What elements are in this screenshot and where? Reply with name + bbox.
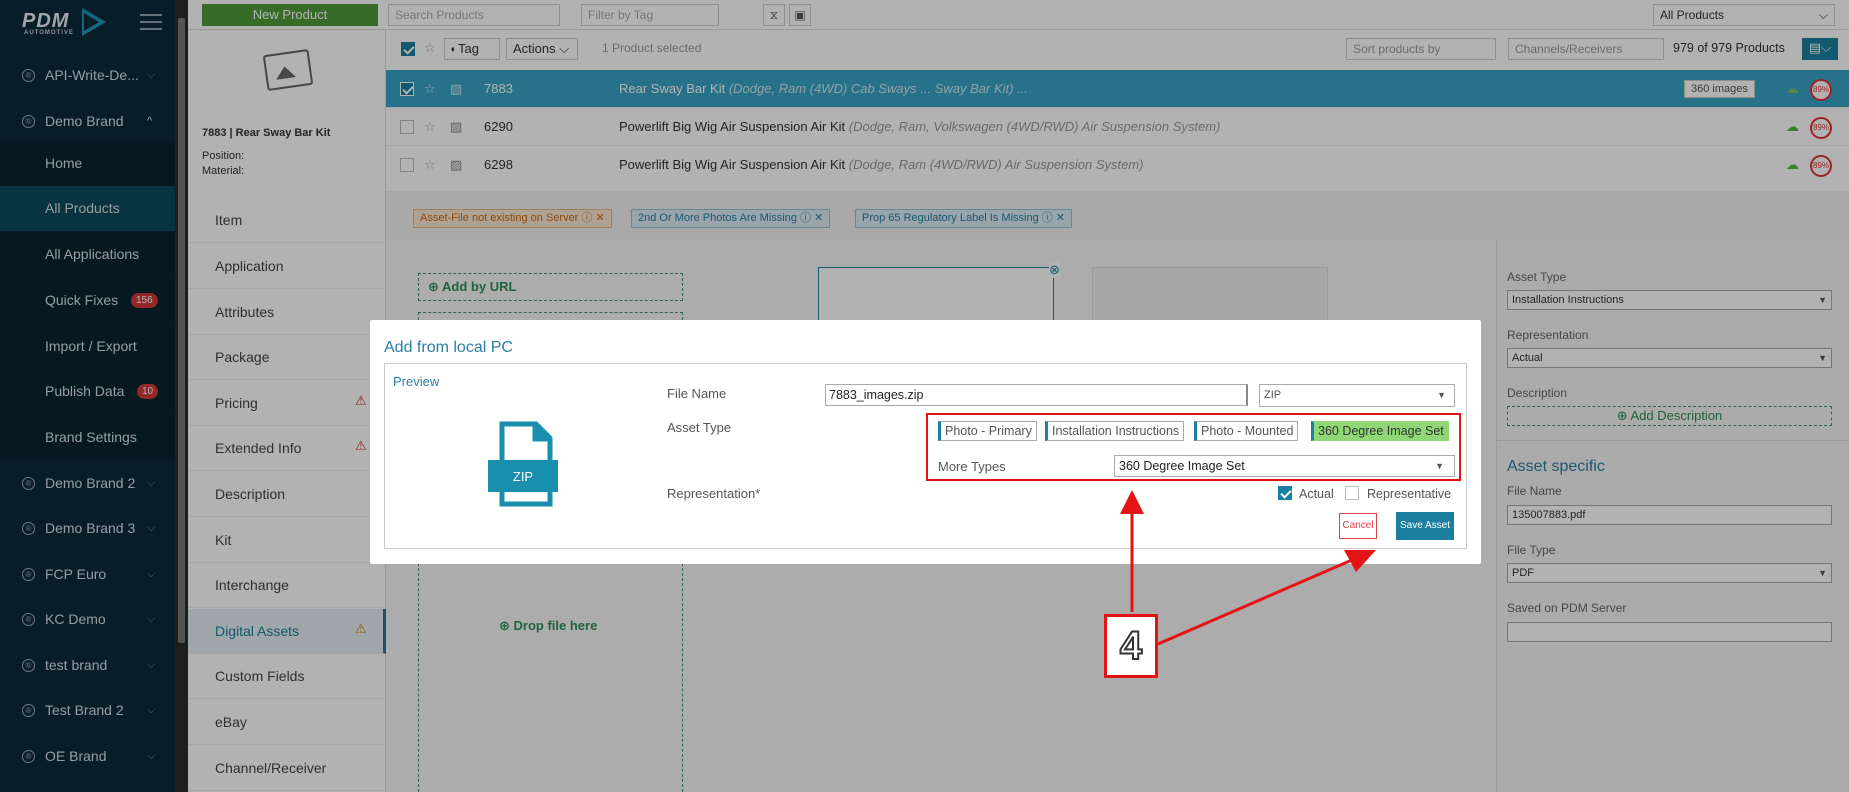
zip-file-icon: ZIP <box>488 421 558 507</box>
step-number-badge: 4 <box>1104 614 1158 678</box>
caret-down-icon: ▼ <box>1437 390 1446 400</box>
save-asset-button[interactable]: Save Asset <box>1396 512 1454 540</box>
representative-label: Representative <box>1367 487 1452 501</box>
file-extension-select[interactable]: ZIP ▼ <box>1259 384 1455 407</box>
file-name-label: File Name <box>667 386 727 401</box>
actual-label: Actual <box>1299 487 1334 501</box>
file-name-input[interactable]: 7883_images.zip <box>825 384 1248 406</box>
zip-icon-label: ZIP <box>513 469 533 484</box>
actual-checkbox[interactable] <box>1278 486 1292 500</box>
dialog-title: Add from local PC <box>384 339 513 356</box>
representation-label: Representation* <box>667 486 761 501</box>
asset-type-label: Asset Type <box>667 420 732 435</box>
preview-label: Preview <box>393 374 440 389</box>
cancel-button[interactable]: Cancel <box>1339 513 1377 539</box>
representative-checkbox[interactable] <box>1345 486 1359 500</box>
highlight-box <box>926 413 1461 481</box>
